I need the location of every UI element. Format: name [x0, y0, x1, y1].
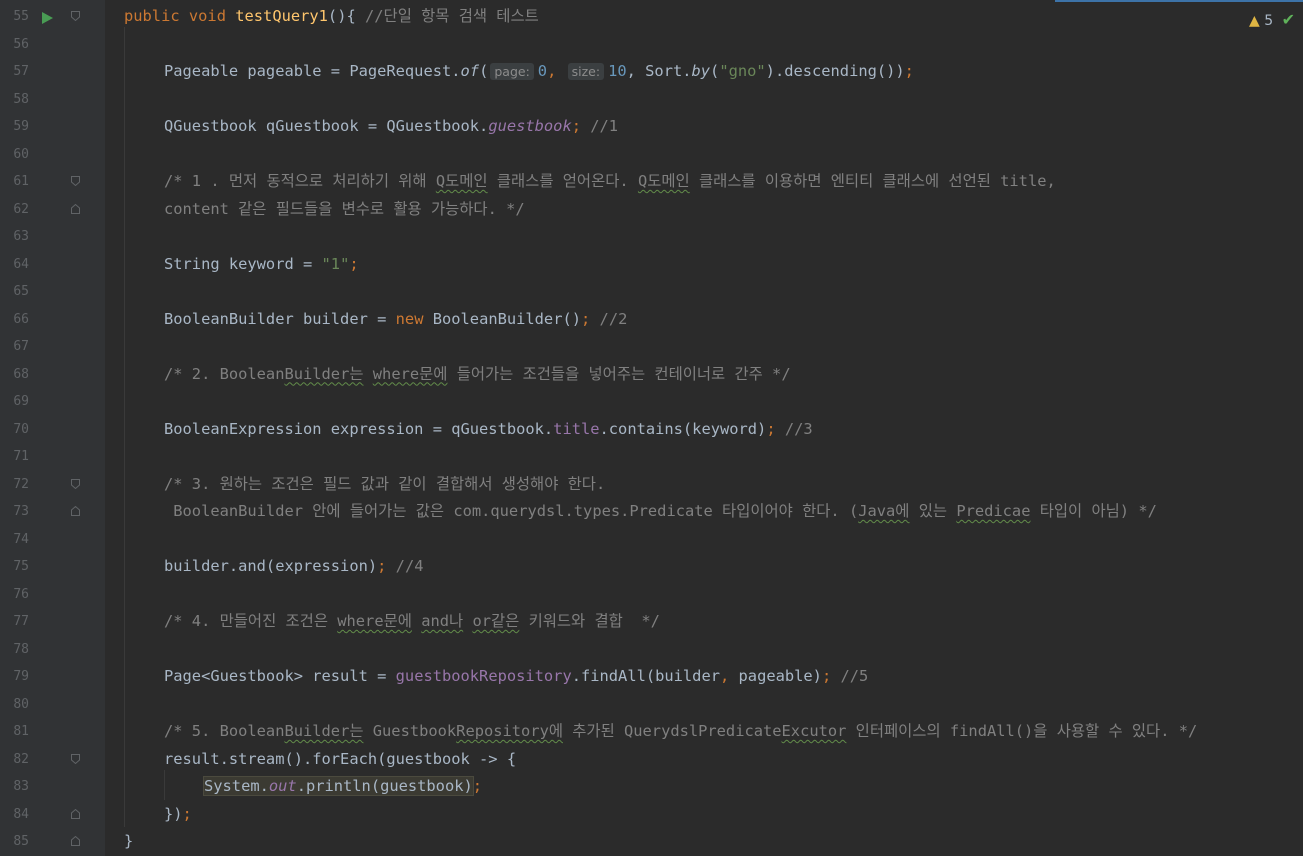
code-text: builder.and(expression); //4	[164, 557, 424, 575]
fold-end-icon[interactable]	[71, 203, 80, 214]
code-text: Pageable pageable = PageRequest.of(page:…	[164, 62, 914, 80]
line-number: 79	[13, 669, 29, 684]
line-number: 75	[13, 559, 29, 574]
tab-accent-bar	[1055, 0, 1303, 2]
code-line[interactable]: 76	[0, 581, 1303, 609]
param-hint: size:	[567, 63, 605, 80]
code-line[interactable]: 63	[0, 223, 1303, 251]
line-number: 61	[13, 174, 29, 189]
line-number: 73	[13, 504, 29, 519]
line-number: 83	[13, 779, 29, 794]
code-text: QGuestbook qGuestbook = QGuestbook.guest…	[164, 117, 619, 135]
line-number: 65	[13, 284, 29, 299]
line-number: 55	[13, 9, 29, 24]
code-line[interactable]: 68 /* 2. BooleanBuilder는 where문에 들어가는 조건…	[0, 361, 1303, 389]
fold-marker-icon[interactable]	[71, 11, 80, 21]
code-text: Page<Guestbook> result = guestbookReposi…	[164, 667, 869, 685]
line-number: 66	[13, 311, 29, 327]
code-line[interactable]: 75 builder.and(expression); //4	[0, 553, 1303, 581]
code-line[interactable]: 69	[0, 388, 1303, 416]
comment-text: /* 4. 만들어진 조건은 where문에 and나 or같은 키워드와 결합…	[164, 612, 660, 630]
line-number: 57	[13, 64, 29, 79]
line-number: 80	[13, 696, 29, 712]
code-text: public void testQuery1(){ //단일 항목 검색 테스트	[124, 7, 539, 25]
comment-text: /* 1 . 먼저 동적으로 처리하기 위해 Q도메인 클래스를 얻어온다. Q…	[164, 172, 1056, 190]
line-number: 70	[13, 421, 29, 437]
code-line[interactable]: 66 BooleanBuilder builder = new BooleanB…	[0, 306, 1303, 334]
fold-end-icon[interactable]	[71, 808, 80, 819]
line-number: 68	[13, 366, 29, 382]
code-text: BooleanBuilder builder = new BooleanBuil…	[164, 309, 628, 328]
fold-end-icon[interactable]	[71, 506, 80, 516]
code-line[interactable]: 56	[0, 31, 1303, 59]
param-hint: page:	[490, 63, 534, 80]
code-line[interactable]: 64 String keyword = "1";	[0, 251, 1303, 279]
fold-marker-icon[interactable]	[71, 176, 80, 186]
code-text: });	[164, 804, 192, 823]
code-text: }	[124, 832, 134, 850]
code-line[interactable]: 70 BooleanExpression expression = qGuest…	[0, 416, 1303, 444]
code-line[interactable]: 60	[0, 141, 1303, 169]
run-test-icon[interactable]	[42, 12, 53, 24]
code-line[interactable]: 74	[0, 526, 1303, 554]
code-line[interactable]: 58	[0, 86, 1303, 114]
comment-text: /* 5. BooleanBuilder는 GuestbookRepositor…	[164, 722, 1198, 740]
line-number: 69	[13, 394, 29, 409]
code-editor[interactable]: ▲ 5 ✔ 55 public void testQuery1(){ //단일 …	[0, 0, 1303, 856]
line-number: 84	[13, 806, 29, 822]
comment-text: /* 2. BooleanBuilder는 where문에 들어가는 조건들을 …	[164, 364, 791, 383]
line-number: 56	[13, 36, 29, 52]
code-line[interactable]: 71	[0, 443, 1303, 471]
code-line[interactable]: 61 /* 1 . 먼저 동적으로 처리하기 위해 Q도메인 클래스를 얻어온다…	[0, 168, 1303, 196]
code-line[interactable]: 84 });	[0, 801, 1303, 829]
line-number: 77	[13, 614, 29, 629]
line-number: 63	[13, 229, 29, 244]
line-number: 59	[13, 119, 29, 134]
code-line[interactable]: 72 /* 3. 원하는 조건은 필드 값과 같이 결합해서 생성해야 한다.	[0, 471, 1303, 499]
code-line[interactable]: 73 BooleanBuilder 안에 들어가는 값은 com.queryds…	[0, 498, 1303, 526]
fold-marker-icon[interactable]	[71, 478, 80, 489]
comment-text: BooleanBuilder 안에 들어가는 값은 com.querydsl.t…	[164, 502, 1157, 520]
line-number: 82	[13, 751, 29, 767]
line-number: 81	[13, 724, 29, 739]
line-number: 67	[13, 339, 29, 354]
comment-text: /* 3. 원하는 조건은 필드 값과 같이 결합해서 생성해야 한다.	[164, 474, 606, 493]
code-line[interactable]: 62 content 같은 필드들을 변수로 활용 가능하다. */	[0, 196, 1303, 224]
line-number: 64	[13, 256, 29, 272]
code-line[interactable]: 55 public void testQuery1(){ //단일 항목 검색 …	[0, 3, 1303, 31]
code-text: System.out.println(guestbook);	[203, 776, 483, 796]
code-line[interactable]: 81 /* 5. BooleanBuilder는 GuestbookReposi…	[0, 718, 1303, 746]
code-line[interactable]: 83 System.out.println(guestbook);	[0, 773, 1303, 801]
code-line[interactable]: 67	[0, 333, 1303, 361]
line-number: 72	[13, 476, 29, 492]
line-number: 85	[13, 834, 29, 849]
comment-text: content 같은 필드들을 변수로 활용 가능하다. */	[164, 199, 525, 218]
code-line[interactable]: 65	[0, 278, 1303, 306]
fold-end-icon[interactable]	[71, 836, 80, 846]
code-line[interactable]: 77 /* 4. 만들어진 조건은 where문에 and나 or같은 키워드와…	[0, 608, 1303, 636]
line-number: 76	[13, 586, 29, 602]
line-number: 62	[13, 201, 29, 217]
code-line[interactable]: 79 Page<Guestbook> result = guestbookRep…	[0, 663, 1303, 691]
code-line[interactable]: 78	[0, 636, 1303, 664]
highlighted-statement: System.out.println(guestbook)	[203, 776, 474, 796]
line-number: 74	[13, 531, 29, 547]
fold-marker-icon[interactable]	[71, 753, 80, 764]
code-line[interactable]: 57 Pageable pageable = PageRequest.of(pa…	[0, 58, 1303, 86]
line-number: 71	[13, 449, 29, 464]
code-line[interactable]: 80	[0, 691, 1303, 719]
code-line[interactable]: 85 }	[0, 828, 1303, 856]
code-text: result.stream().forEach(guestbook -> {	[164, 749, 517, 768]
line-number: 78	[13, 641, 29, 657]
code-text: BooleanExpression expression = qGuestboo…	[164, 419, 813, 438]
code-line[interactable]: 59 QGuestbook qGuestbook = QGuestbook.gu…	[0, 113, 1303, 141]
code-text: String keyword = "1";	[164, 254, 359, 273]
code-line[interactable]: 82 result.stream().forEach(guestbook -> …	[0, 746, 1303, 774]
line-number: 60	[13, 146, 29, 162]
line-number: 58	[13, 91, 29, 107]
